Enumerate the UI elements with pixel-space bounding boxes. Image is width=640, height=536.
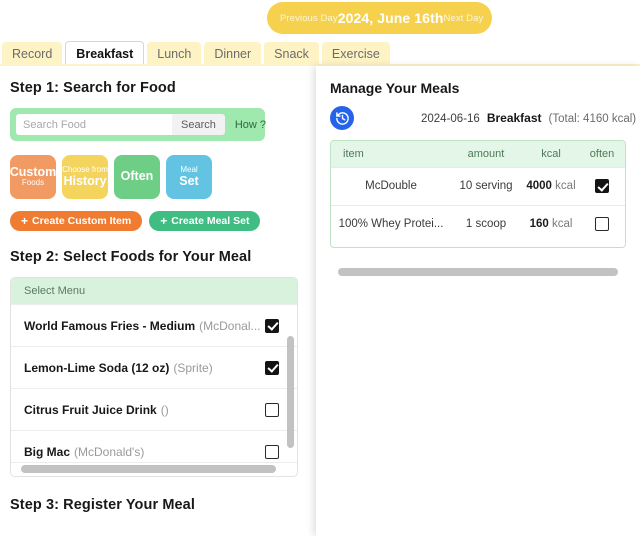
food-checkbox[interactable] [265,318,279,333]
date-navigator: Previous Day 2024, June 16th Next Day [267,2,492,34]
quick-access-buttons: Custom Foods Choose from History Often M… [10,155,316,199]
table-row: McDouble 10 serving 4000 kcal [331,166,625,205]
table-scrollbar-area [330,248,626,276]
tab-snack[interactable]: Snack [264,42,319,66]
choose-from-history-button[interactable]: Choose from History [62,155,108,199]
food-name: Lemon-Lime Soda (12 oz) [24,360,170,375]
column-header-item: item [331,141,451,167]
food-checkbox[interactable] [265,402,279,417]
cell-amount: 10 serving [451,166,521,205]
list-item[interactable]: World Famous Fries - Medium (McDonal... [11,304,297,346]
cell-kcal: 4000 kcal [521,166,581,205]
cell-often [581,204,623,243]
tab-record[interactable]: Record [2,42,63,66]
meal-set-line2: Set [179,173,199,188]
meal-total-calories: (Total: 4160 kcal) [548,113,637,125]
table-header: item amount kcal often dele [331,141,625,167]
food-search-column: Step 1: Search for Food Search How ? Cus… [0,66,316,536]
food-brand: (Sprite) [173,360,213,375]
list-horizontal-scrollbar-thumb[interactable] [21,465,276,473]
manage-meals-panel: Manage Your Meals 2024-06-16 Breakfast (… [316,66,640,536]
meal-date: 2024-06-16 [421,113,480,125]
meal-meta: 2024-06-16 Breakfast (Total: 4160 kcal) [421,111,636,125]
current-date-label: 2024, June 16th [337,10,444,26]
step2-title: Step 2: Select Foods for Your Meal [10,249,252,265]
table-horizontal-scrollbar[interactable] [338,268,618,276]
history-line2: History [63,173,107,188]
cell-delete [623,166,625,205]
food-brand: (McDonald's) [74,444,145,459]
kcal-value: 160 [529,218,549,231]
search-bar: Search How ? [10,108,266,141]
table-body: McDouble 10 serving 4000 kcal 100% Whey … [331,166,625,243]
column-header-often: often [581,141,623,167]
cell-item-name: McDouble [331,166,451,205]
custom-foods-button[interactable]: Custom Foods [10,155,56,199]
table-row: 100% Whey Protei... 1 scoop 160 kcal [331,204,625,243]
food-name: Big Mac [24,444,71,459]
list-horizontal-scrollbar-track [11,462,297,476]
list-vertical-scrollbar[interactable] [287,336,294,448]
create-buttons-row: + Create Custom Item + Create Meal Set [10,211,316,231]
food-select-list: Select Menu World Famous Fries - Medium … [10,277,298,477]
kcal-value: 4000 [526,180,552,192]
tab-exercise[interactable]: Exercise [321,42,390,66]
food-brand: (McDonal... [199,318,261,333]
create-custom-item-label: Create Custom Item [32,215,132,227]
plus-icon: + [160,214,168,228]
tab-lunch[interactable]: Lunch [147,42,202,66]
custom-foods-line2: Foods [21,178,45,188]
cell-often [581,166,623,205]
food-name: Citrus Fruit Juice Drink [24,402,157,417]
food-name: World Famous Fries - Medium [24,318,196,333]
meal-items-table: item amount kcal often dele McDouble 10 … [331,141,625,243]
select-menu-header: Select Menu [11,278,297,304]
meal-set-button[interactable]: Meal Set [166,155,212,199]
meal-type: Breakfast [486,111,542,125]
often-button[interactable]: Often [114,155,160,199]
panel-title: Manage Your Meals [330,80,460,96]
kcal-unit: kcal [555,180,576,192]
food-checkbox[interactable] [265,444,279,459]
next-day-button[interactable]: Next Day [443,13,483,24]
create-meal-set-label: Create Meal Set [171,215,250,227]
custom-foods-line1: Custom [9,164,57,179]
list-item[interactable]: Lemon-Lime Soda (12 oz) (Sprite) [11,346,297,388]
cell-kcal: 160 kcal [521,204,581,243]
food-checkbox[interactable] [265,360,279,375]
column-header-kcal: kcal [521,141,581,167]
search-input[interactable] [16,114,172,135]
often-checkbox[interactable] [595,179,609,193]
previous-day-button[interactable]: Previous Day [280,13,338,24]
create-custom-item-button[interactable]: + Create Custom Item [10,211,143,231]
column-header-delete: dele [623,141,625,167]
often-checkbox[interactable] [595,217,609,232]
often-label: Often [120,169,154,184]
step3-title: Step 3: Register Your Meal [10,497,195,513]
how-help-link[interactable]: How ? [225,119,272,131]
history-clock-icon[interactable] [330,106,354,130]
cell-item-name: 100% Whey Protei... [331,204,451,243]
meal-items-table-container: item amount kcal often dele McDouble 10 … [330,140,626,248]
create-meal-set-button[interactable]: + Create Meal Set [149,211,261,231]
tab-dinner[interactable]: Dinner [204,42,262,66]
cell-delete [623,204,625,243]
search-button[interactable]: Search [172,114,225,135]
cell-amount: 1 scoop [451,204,521,243]
meal-header: 2024-06-16 Breakfast (Total: 4160 kcal) [330,106,640,130]
top-date-bar: Previous Day 2024, June 16th Next Day [0,0,640,38]
tab-breakfast[interactable]: Breakfast [65,41,145,66]
column-header-amount: amount [451,141,521,167]
table-header-row: item amount kcal often dele [331,141,625,167]
meal-tab-bar: Record Breakfast Lunch Dinner Snack Exer… [0,38,640,66]
plus-icon: + [21,214,29,228]
kcal-unit: kcal [551,218,573,231]
list-item[interactable]: Citrus Fruit Juice Drink () [11,388,297,430]
step1-title: Step 1: Search for Food [10,80,176,96]
main-content: Step 1: Search for Food Search How ? Cus… [0,66,640,536]
food-brand: () [160,402,169,417]
